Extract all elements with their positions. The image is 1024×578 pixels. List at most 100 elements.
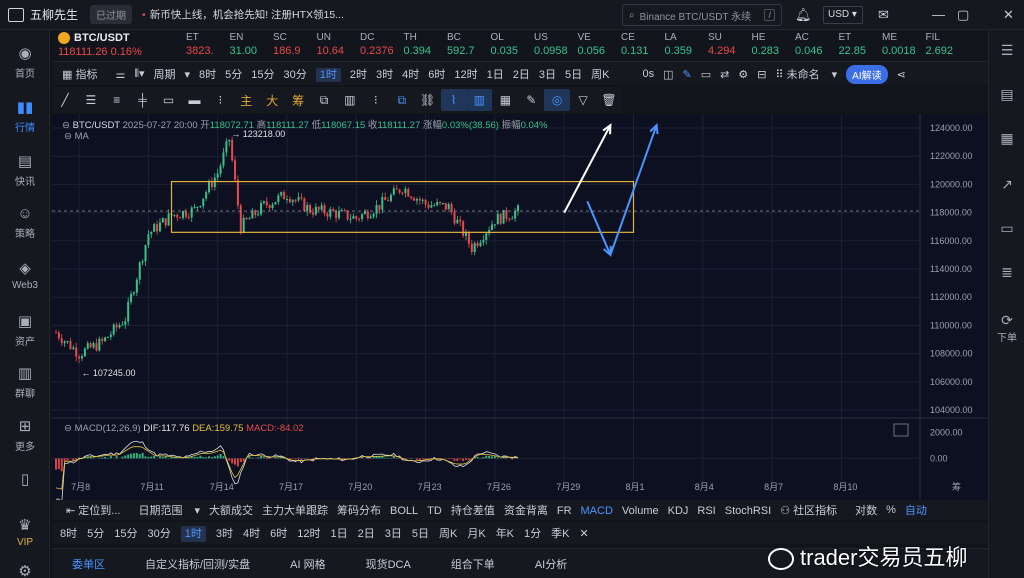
- period-option[interactable]: 3日: [385, 528, 402, 540]
- close-period-icon[interactable]: ✕: [580, 527, 589, 540]
- crossline-icon[interactable]: ╪: [130, 93, 156, 107]
- interval-option[interactable]: 5分: [225, 69, 242, 81]
- chart-style-icon[interactable]: ⫴▾: [134, 67, 144, 81]
- bell-icon[interactable]: 🔔︎: [795, 7, 812, 23]
- interval-option[interactable]: 3时: [376, 69, 393, 81]
- list-icon[interactable]: ≣: [989, 264, 1024, 281]
- ticker-item[interactable]: SU 4.294: [708, 32, 736, 57]
- hline-icon[interactable]: ☰: [78, 93, 104, 107]
- chart-toggle-icon[interactable]: ▥: [337, 93, 363, 107]
- period-option[interactable]: 1时: [180, 526, 206, 542]
- period-option[interactable]: 6时: [270, 528, 287, 540]
- magnet-icon[interactable]: ⌇: [440, 89, 467, 111]
- book-icon[interactable]: ▦: [989, 130, 1024, 147]
- maximize-icon[interactable]: ▢: [957, 7, 969, 23]
- log-toggle[interactable]: 对数: [855, 502, 877, 518]
- link-icon[interactable]: ⛓: [415, 93, 441, 107]
- indicator-option[interactable]: 筹码分布: [337, 505, 381, 517]
- period-option[interactable]: 1日: [331, 528, 348, 540]
- filter-icon[interactable]: ▽: [570, 93, 596, 107]
- candle-type-icon[interactable]: ⚌: [115, 68, 125, 81]
- interval-option[interactable]: 1日: [487, 69, 504, 81]
- indicator-option[interactable]: BOLL: [390, 505, 418, 517]
- period-option[interactable]: 12时: [297, 528, 320, 540]
- ticker-item[interactable]: HE 0.283: [752, 32, 780, 57]
- indicator-option[interactable]: 持仓差值: [451, 505, 495, 517]
- bottom-tab[interactable]: 委单区: [72, 556, 105, 572]
- ticker-main[interactable]: BTC/USDT 118111.26 0.16%: [58, 32, 178, 58]
- period-option[interactable]: 5分: [87, 528, 104, 540]
- auto-toggle[interactable]: 自动: [905, 502, 927, 518]
- period-option[interactable]: 30分: [148, 528, 171, 540]
- indicator-option[interactable]: RSI: [697, 505, 715, 517]
- period-option[interactable]: 月K: [467, 528, 485, 540]
- ticker-item[interactable]: UN 10.64: [317, 32, 345, 57]
- interval-option[interactable]: 2日: [513, 69, 530, 81]
- nav-chat[interactable]: ▥ 群聊: [0, 364, 50, 400]
- compare-icon[interactable]: ⇄: [720, 68, 729, 81]
- indicator-option[interactable]: Volume: [622, 505, 659, 517]
- date-range-button[interactable]: 日期范围 ▾: [138, 502, 200, 518]
- interval-option[interactable]: 2时: [350, 69, 367, 81]
- interval-option[interactable]: 1时: [315, 68, 341, 82]
- ticker-item[interactable]: ET 3823.: [186, 32, 214, 57]
- signal-icon[interactable]: ⧉: [311, 93, 337, 108]
- template-icon[interactable]: ▭: [701, 68, 711, 81]
- indicator-option[interactable]: 资金背离: [504, 505, 548, 517]
- price-chart[interactable]: 124000.00 122000.00 120000.00 118000.00 1160…: [52, 114, 988, 503]
- bottom-tab[interactable]: 组合下单: [451, 556, 495, 572]
- period-option[interactable]: 年K: [496, 528, 514, 540]
- bottom-tab[interactable]: 自定义指标/回测/实盘: [145, 556, 250, 572]
- ticker-item[interactable]: ET 22.85: [839, 32, 867, 57]
- layout-list-icon[interactable]: ☰: [989, 42, 1024, 59]
- trendline-icon[interactable]: ╱: [52, 93, 78, 107]
- indicator-option[interactable]: 大额成交: [209, 505, 253, 517]
- ticker-item[interactable]: EN 31.00: [230, 32, 258, 57]
- currency-select[interactable]: USD ▾: [823, 6, 863, 24]
- indicator-option[interactable]: FR: [557, 505, 572, 517]
- ticker-item[interactable]: LA 0.359: [665, 32, 693, 57]
- locate-button[interactable]: ⇤ 定位到...: [66, 502, 129, 518]
- ticker-item[interactable]: DC 0.2376: [360, 32, 394, 57]
- indicator-option[interactable]: KDJ: [668, 505, 689, 517]
- mail-icon[interactable]: ✉: [878, 7, 889, 23]
- period-option[interactable]: 季K: [551, 528, 569, 540]
- lock-drawings-icon[interactable]: ▥: [466, 89, 493, 111]
- chip-tool[interactable]: 筹: [285, 92, 311, 109]
- ai-interpret-button[interactable]: AI解读: [846, 64, 888, 84]
- nav-home[interactable]: ◉ 首页: [0, 44, 50, 80]
- nav-web3[interactable]: ◈ Web3: [0, 259, 50, 291]
- news-ticker[interactable]: • 新币快上线，机会抢先知! 注册HTX领15...: [142, 7, 344, 22]
- parallel-icon[interactable]: ≡: [104, 93, 130, 107]
- bottom-tab[interactable]: AI 网格: [290, 556, 325, 572]
- target-icon[interactable]: ◎: [544, 89, 571, 111]
- interval-option[interactable]: 6时: [428, 69, 445, 81]
- edit-icon[interactable]: ✎: [518, 93, 544, 107]
- rectangle-icon[interactable]: ▭: [156, 93, 182, 107]
- settings-icon[interactable]: ⚙: [738, 68, 748, 81]
- search-input[interactable]: ⌕ Binance BTC/USDT 永续 /: [622, 4, 782, 26]
- indicator-option[interactable]: 主力大单跟踪: [262, 505, 328, 517]
- bottom-tab[interactable]: 现货DCA: [366, 556, 411, 572]
- nav-more[interactable]: ⊞ 更多: [0, 417, 50, 453]
- interval-option[interactable]: 30分: [284, 69, 307, 81]
- period-option[interactable]: 4时: [243, 528, 260, 540]
- interval-option[interactable]: 3日: [539, 69, 556, 81]
- nav-strategy[interactable]: ☺ 策略: [0, 205, 50, 240]
- interval-option[interactable]: 12时: [454, 69, 477, 81]
- ticker-item[interactable]: VE 0.056: [578, 32, 606, 57]
- ticker-item[interactable]: ME 0.0018: [882, 32, 916, 57]
- share-icon[interactable]: ⋖: [897, 68, 906, 81]
- percent-toggle[interactable]: %: [886, 504, 896, 516]
- ticker-item[interactable]: OL 0.035: [491, 32, 519, 57]
- indicators-button[interactable]: ▦ 指标: [62, 66, 106, 82]
- period-option[interactable]: 8时: [60, 528, 77, 540]
- ticker-item[interactable]: FIL 2.692: [926, 32, 954, 57]
- period-option[interactable]: 2日: [358, 528, 375, 540]
- indicator-option[interactable]: StochRSI: [725, 505, 771, 517]
- interval-option[interactable]: 15分: [251, 69, 274, 81]
- ticker-item[interactable]: AC 0.046: [795, 32, 823, 57]
- copy-icon[interactable]: ⧉: [389, 93, 415, 108]
- period-option[interactable]: 3时: [216, 528, 233, 540]
- unnamed-template[interactable]: ⠿ 未命名 ▾: [775, 66, 837, 82]
